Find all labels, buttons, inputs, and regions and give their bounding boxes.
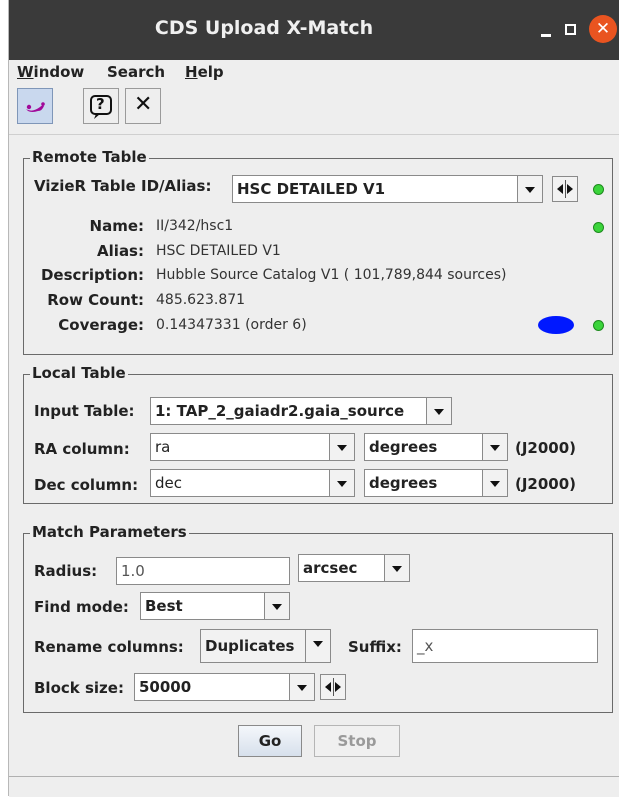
status-indicator bbox=[593, 184, 604, 195]
chevron-down-icon[interactable] bbox=[264, 593, 289, 619]
input-table-value: 1: TAP_2_gaiadr2.gaia_source bbox=[155, 402, 405, 420]
vizier-table-combo[interactable]: HSC DETAILED V1 bbox=[232, 175, 543, 203]
rename-columns-value: Duplicates bbox=[205, 637, 295, 655]
alias-label: Alias: bbox=[97, 242, 144, 260]
coverage-label: Coverage: bbox=[58, 316, 144, 334]
radius-label: Radius: bbox=[34, 562, 98, 580]
block-size-label: Block size: bbox=[34, 679, 124, 697]
block-size-combo[interactable]: 50000 bbox=[134, 673, 315, 701]
local-table-title: Local Table bbox=[30, 364, 128, 382]
rename-columns-label: Rename columns: bbox=[34, 638, 184, 656]
local-table-panel: Local Table Input Table: 1: TAP_2_gaiadr… bbox=[23, 364, 613, 504]
menu-help[interactable]: Help bbox=[185, 63, 224, 81]
menu-search[interactable]: Search bbox=[107, 63, 165, 81]
coverage-status-indicator bbox=[593, 320, 604, 331]
find-mode-value: Best bbox=[145, 597, 183, 615]
block-size-value: 50000 bbox=[139, 678, 192, 696]
minimize-button[interactable] bbox=[535, 16, 563, 44]
row-count-value: 485.623.871 bbox=[156, 292, 246, 308]
close-window-button[interactable]: ✕ bbox=[589, 15, 617, 43]
dec-unit-combo[interactable]: degrees bbox=[364, 469, 508, 497]
help-button[interactable]: ? bbox=[83, 88, 119, 124]
chevron-down-icon[interactable] bbox=[426, 398, 451, 424]
input-table-label: Input Table: bbox=[34, 402, 135, 420]
radius-value: 1.0 bbox=[121, 562, 145, 580]
chevron-down-icon[interactable] bbox=[482, 470, 507, 496]
suffix-input[interactable]: _x bbox=[412, 629, 598, 663]
chevron-down-icon[interactable] bbox=[305, 630, 330, 662]
dec-column-label: Dec column: bbox=[34, 476, 139, 494]
close-tool-button[interactable]: ✕ bbox=[125, 88, 161, 124]
close-icon: ✕ bbox=[134, 92, 153, 117]
menu-bar: Window Search Help bbox=[9, 60, 619, 84]
table-spinner[interactable] bbox=[552, 176, 578, 202]
dec-unit-value: degrees bbox=[369, 474, 438, 492]
radius-unit-value: arcsec bbox=[303, 559, 358, 577]
coverage-map-icon bbox=[538, 316, 574, 334]
block-size-spinner[interactable] bbox=[320, 674, 346, 700]
row-count-label: Row Count: bbox=[47, 291, 144, 309]
match-parameters-title: Match Parameters bbox=[30, 523, 189, 541]
dec-system-label: (J2000) bbox=[515, 475, 577, 493]
name-value: II/342/hsc1 bbox=[156, 218, 234, 234]
ra-unit-combo[interactable]: degrees bbox=[364, 433, 508, 461]
app-window: CDS Upload X-Match ✕ Window Search Help … bbox=[8, 0, 619, 797]
description-label: Description: bbox=[40, 266, 144, 284]
radius-unit-combo[interactable]: arcsec bbox=[298, 554, 410, 582]
name-status-indicator bbox=[593, 222, 604, 233]
input-table-combo[interactable]: 1: TAP_2_gaiadr2.gaia_source bbox=[150, 397, 452, 425]
find-mode-label: Find mode: bbox=[34, 598, 129, 616]
menu-window[interactable]: Window bbox=[17, 63, 84, 81]
help-glyph: ? bbox=[96, 95, 105, 113]
suffix-value: _x bbox=[417, 637, 434, 655]
radius-input[interactable]: 1.0 bbox=[116, 557, 290, 585]
ra-column-value: ra bbox=[155, 438, 171, 456]
ra-system-label: (J2000) bbox=[515, 439, 577, 457]
name-label: Name: bbox=[89, 217, 144, 235]
status-bar bbox=[9, 776, 619, 797]
coverage-value: 0.14347331 (order 6) bbox=[156, 317, 307, 333]
description-value: Hubble Source Catalog V1 ( 101,789,844 s… bbox=[156, 267, 507, 283]
match-parameters-panel: Match Parameters Radius: 1.0 arcsec Find… bbox=[23, 523, 613, 713]
sampling-button[interactable] bbox=[17, 88, 53, 124]
remote-table-title: Remote Table bbox=[30, 148, 149, 166]
chevron-down-icon[interactable] bbox=[289, 674, 314, 700]
chevron-down-icon[interactable] bbox=[329, 434, 354, 460]
alias-value: HSC DETAILED V1 bbox=[156, 243, 281, 259]
chevron-down-icon[interactable] bbox=[482, 434, 507, 460]
chevron-down-icon[interactable] bbox=[384, 555, 409, 581]
ra-unit-value: degrees bbox=[369, 438, 438, 456]
toolbar: ? ✕ bbox=[9, 84, 619, 135]
chevron-down-icon[interactable] bbox=[329, 470, 354, 496]
rename-columns-combo[interactable]: Duplicates bbox=[200, 629, 331, 663]
window-title: CDS Upload X-Match bbox=[154, 17, 374, 39]
stop-button[interactable]: Stop bbox=[314, 725, 400, 757]
dec-column-value: dec bbox=[155, 474, 182, 492]
vizier-table-value: HSC DETAILED V1 bbox=[237, 180, 386, 198]
chevron-down-icon[interactable] bbox=[517, 176, 542, 202]
maximize-button[interactable] bbox=[561, 16, 589, 44]
dec-column-combo[interactable]: dec bbox=[150, 469, 355, 497]
ra-column-label: RA column: bbox=[34, 440, 130, 458]
close-icon: ✕ bbox=[595, 19, 611, 39]
sampling-icon bbox=[26, 102, 45, 112]
go-button[interactable]: Go bbox=[238, 725, 302, 757]
vizier-table-label: VizieR Table ID/Alias: bbox=[34, 177, 212, 195]
remote-table-panel: Remote Table VizieR Table ID/Alias: HSC … bbox=[23, 148, 613, 355]
suffix-label: Suffix: bbox=[348, 638, 402, 656]
title-bar: CDS Upload X-Match ✕ bbox=[9, 0, 619, 60]
ra-column-combo[interactable]: ra bbox=[150, 433, 355, 461]
find-mode-combo[interactable]: Best bbox=[140, 592, 290, 620]
